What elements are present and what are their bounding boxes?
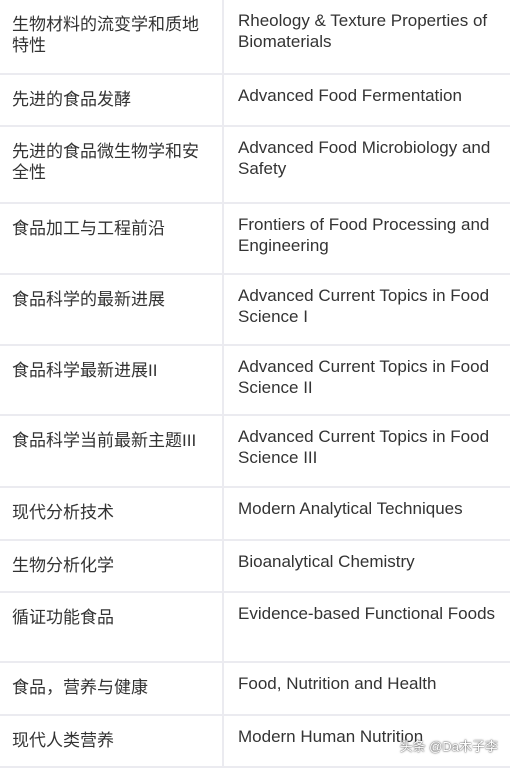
chinese-course-name: 食品科学的最新进展 <box>0 274 224 346</box>
table-row: 食品，营养与健康 Food, Nutrition and Health <box>0 662 510 716</box>
table-row: 食品科学最新进展II Advanced Current Topics in Foo… <box>0 345 510 416</box>
english-course-name: Food, Nutrition and Health <box>223 662 510 716</box>
english-course-name: Bioanalytical Chemistry <box>223 540 510 593</box>
english-course-name: Advanced Current Topics in Food Science … <box>223 345 510 416</box>
table-row: 先进的食品微生物学和安全性 Advanced Food Microbiology … <box>0 126 510 204</box>
chinese-course-name: 先进的食品微生物学和安全性 <box>0 126 224 204</box>
chinese-course-name: 食品，营养与健康 <box>0 662 224 716</box>
chinese-course-name: 生物分析化学 <box>0 540 224 593</box>
table-row: 食品科学当前最新主题III Advanced Current Topics in … <box>0 415 510 488</box>
english-course-name: Evidence-based Functional Foods <box>223 592 510 663</box>
english-course-name: Rheology & Texture Properties of Biomate… <box>223 0 510 75</box>
chinese-course-name: 食品科学当前最新主题III <box>0 415 224 488</box>
table-row: 生物分析化学 Bioanalytical Chemistry <box>0 540 510 593</box>
watermark: 头条 @Da木子李 <box>399 739 498 754</box>
chinese-course-name: 现代分析技术 <box>0 487 224 541</box>
english-course-name: Advanced Food Fermentation <box>223 74 510 127</box>
table-row: 食品加工与工程前沿 Frontiers of Food Processing an… <box>0 203 510 275</box>
english-course-name: Modern Analytical Techniques <box>223 487 510 541</box>
chinese-course-name: 生物材料的流变学和质地特性 <box>0 0 224 75</box>
chinese-course-name: 现代人类营养 <box>0 715 224 768</box>
chinese-course-name: 先进的食品发酵 <box>0 74 224 127</box>
english-course-name: Frontiers of Food Processing and Enginee… <box>223 203 510 275</box>
english-course-name: Advanced Food Microbiology and Safety <box>223 126 510 204</box>
chinese-course-name: 食品加工与工程前沿 <box>0 203 224 275</box>
chinese-course-name: 食品科学最新进展II <box>0 345 224 416</box>
chinese-course-name: 循证功能食品 <box>0 592 224 663</box>
course-table: 生物材料的流变学和质地特性 Rheology & Texture Properti… <box>0 0 510 768</box>
table-row: 现代分析技术 Modern Analytical Techniques <box>0 487 510 541</box>
table-row: 循证功能食品 Evidence-based Functional Foods <box>0 592 510 663</box>
table-row: 生物材料的流变学和质地特性 Rheology & Texture Properti… <box>0 0 510 75</box>
english-course-name: Advanced Current Topics in Food Science … <box>223 415 510 488</box>
table-row: 食品科学的最新进展 Advanced Current Topics in Food… <box>0 274 510 346</box>
english-course-name: Advanced Current Topics in Food Science … <box>223 274 510 346</box>
table-row: 先进的食品发酵 Advanced Food Fermentation <box>0 74 510 127</box>
